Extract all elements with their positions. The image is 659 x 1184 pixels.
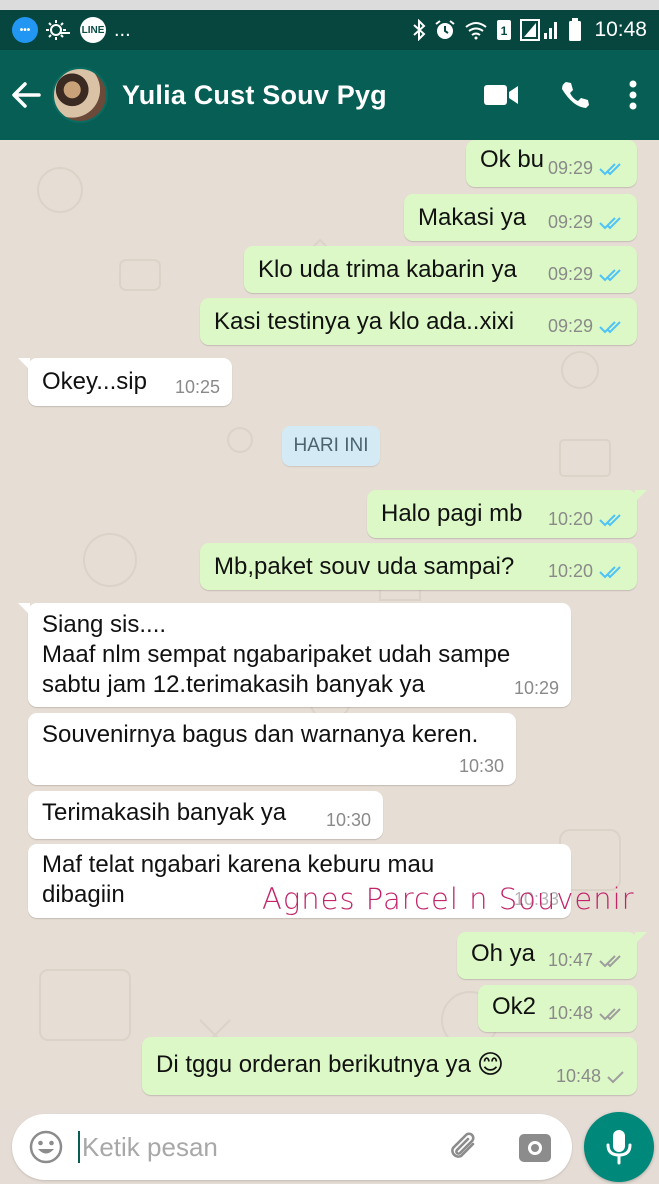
composer-pill xyxy=(12,1114,572,1180)
message-outgoing[interactable]: Di tggu orderan berikutnya ya 😊 10:48 xyxy=(142,1037,637,1095)
message-outgoing[interactable]: Mb,paket souv uda sampai? 10:20 xyxy=(200,543,637,590)
status-bar: ••• LINE ... 1 10:48 xyxy=(0,10,659,50)
read-ticks-icon xyxy=(599,268,621,281)
delivered-ticks-icon xyxy=(599,1007,621,1020)
message-time: 09:29 xyxy=(547,316,593,336)
message-time: 10:20 xyxy=(547,509,593,529)
message-time: 10:20 xyxy=(547,561,593,581)
message-line: Siang sis.... xyxy=(42,611,167,638)
message-outgoing[interactable]: Ok bu 09:29 xyxy=(466,140,637,187)
message-time: 10:30 xyxy=(458,756,504,776)
message-time: 10:48 xyxy=(555,1066,601,1086)
bubble-tail xyxy=(18,358,30,370)
mic-button[interactable] xyxy=(584,1112,654,1182)
message-incoming[interactable]: Siang sis.... Maaf nlm sempat ngabaripak… xyxy=(18,603,571,707)
message-time: 09:29 xyxy=(547,158,593,178)
read-ticks-icon xyxy=(599,216,621,229)
battery-icon xyxy=(569,18,582,41)
message-outgoing[interactable]: Klo uda trima kabarin ya 09:29 xyxy=(244,246,637,293)
message-incoming[interactable]: Okey...sip 10:25 xyxy=(18,358,232,406)
line-app-icon: LINE xyxy=(80,17,106,43)
message-time: 10:48 xyxy=(547,1003,593,1023)
attach-button[interactable] xyxy=(446,1130,482,1171)
delivered-ticks-icon xyxy=(599,954,621,967)
message-outgoing[interactable]: Oh ya 10:47 xyxy=(457,932,647,979)
watermark-text: Agnes Parcel n Souvenir xyxy=(262,882,635,916)
message-text: Terimakasih banyak ya xyxy=(42,799,287,826)
message-line: sabtu jam 12.terimakasih banyak ya xyxy=(42,671,425,698)
attach-icon xyxy=(451,1132,475,1158)
mic-icon xyxy=(606,1130,632,1165)
device-frame-top xyxy=(0,0,659,10)
read-ticks-icon xyxy=(599,162,621,175)
message-outgoing[interactable]: Kasi testinya ya klo ada..xixi 09:29 xyxy=(200,298,637,345)
voice-call-icon[interactable] xyxy=(559,80,589,110)
message-time: 10:25 xyxy=(174,377,220,397)
message-time: 09:29 xyxy=(547,212,593,232)
message-text: Halo pagi mb xyxy=(381,500,523,527)
message-text: Mb,paket souv uda sampai? xyxy=(214,553,515,580)
message-text: Makasi ya xyxy=(418,204,527,231)
message-outgoing[interactable]: Ok2 10:48 xyxy=(478,985,637,1032)
status-more-indicator: ... xyxy=(114,18,131,41)
message-text: Klo uda trima kabarin ya xyxy=(258,256,517,283)
svg-text:1: 1 xyxy=(501,24,508,38)
message-text: Okey...sip xyxy=(42,368,147,395)
signal-icon xyxy=(520,19,558,41)
bluetooth-icon xyxy=(413,19,426,41)
message-incoming[interactable]: Souvenirnya bagus dan warnanya keren. 10… xyxy=(28,713,516,785)
message-time: 09:29 xyxy=(547,264,593,284)
chat-header: Yulia Cust Souv Pyg xyxy=(0,50,659,140)
alarm-icon xyxy=(435,20,456,39)
bubble-tail xyxy=(635,932,647,944)
text-cursor xyxy=(78,1131,80,1163)
message-outgoing[interactable]: Makasi ya 09:29 xyxy=(404,194,637,241)
video-call-icon[interactable] xyxy=(483,83,519,107)
arrow-left-icon xyxy=(12,82,41,108)
message-text: Souvenirnya bagus dan warnanya keren. xyxy=(42,721,479,748)
read-ticks-icon xyxy=(599,320,621,333)
back-button[interactable] xyxy=(2,65,50,125)
message-time: 10:47 xyxy=(547,950,593,970)
sent-tick-icon xyxy=(607,1070,624,1083)
camera-button[interactable] xyxy=(518,1130,552,1169)
message-text: Ok bu xyxy=(480,146,545,173)
message-text: Ok2 xyxy=(492,993,537,1020)
message-line: Maf telat ngabari karena keburu mau xyxy=(42,851,435,878)
composer-bar xyxy=(0,1110,659,1184)
contact-name[interactable]: Yulia Cust Souv Pyg xyxy=(122,80,483,111)
emoji-button[interactable] xyxy=(26,1130,66,1164)
read-ticks-icon xyxy=(599,513,621,526)
message-text: Kasi testinya ya klo ada..xixi xyxy=(214,308,515,335)
bubble-tail xyxy=(635,490,647,502)
emoji-icon xyxy=(29,1130,63,1164)
read-ticks-icon xyxy=(599,565,621,578)
wifi-icon xyxy=(465,22,488,40)
message-time: 10:30 xyxy=(325,810,371,830)
message-outgoing[interactable]: Halo pagi mb 10:20 xyxy=(367,490,647,538)
line-app-label: LINE xyxy=(81,24,105,36)
message-line: Maaf nlm sempat ngabaripaket udah sampe xyxy=(42,641,511,668)
more-options-icon[interactable] xyxy=(629,80,637,110)
message-text: Oh ya xyxy=(471,940,536,967)
camera-icon xyxy=(519,1134,551,1162)
message-time: 10:29 xyxy=(513,678,559,698)
contact-avatar[interactable] xyxy=(52,67,108,123)
chat-area[interactable]: Ok bu 09:29 Makasi ya 09:29 Klo uda trim… xyxy=(0,140,659,1110)
bubble-tail xyxy=(18,603,30,615)
status-time: 10:48 xyxy=(594,18,647,41)
message-input[interactable] xyxy=(82,1131,422,1163)
sim-icon: 1 xyxy=(497,20,512,40)
smiley-emoji: 😊 xyxy=(476,1049,504,1079)
message-text: Di tggu orderan berikutnya ya xyxy=(156,1050,471,1078)
message-incoming[interactable]: Terimakasih banyak ya 10:30 xyxy=(28,791,383,839)
weather-icon xyxy=(46,20,70,40)
date-separator: HARI INI xyxy=(282,426,380,466)
message-icon: ••• xyxy=(12,17,38,43)
